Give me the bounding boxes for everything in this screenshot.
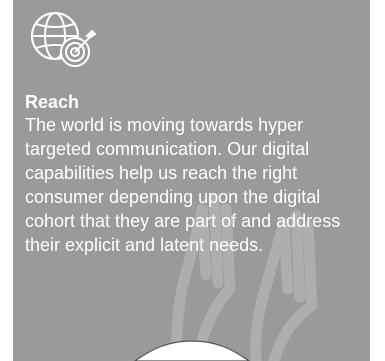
bottom-connector-notch [133,340,251,361]
reach-card: Reach The world is moving towards hyper … [13,0,370,361]
card-body-text: The world is moving towards hyper target… [25,115,341,255]
page: Reach The world is moving towards hyper … [0,0,385,361]
globe-target-icon [31,12,97,67]
card-title: Reach [25,92,80,112]
